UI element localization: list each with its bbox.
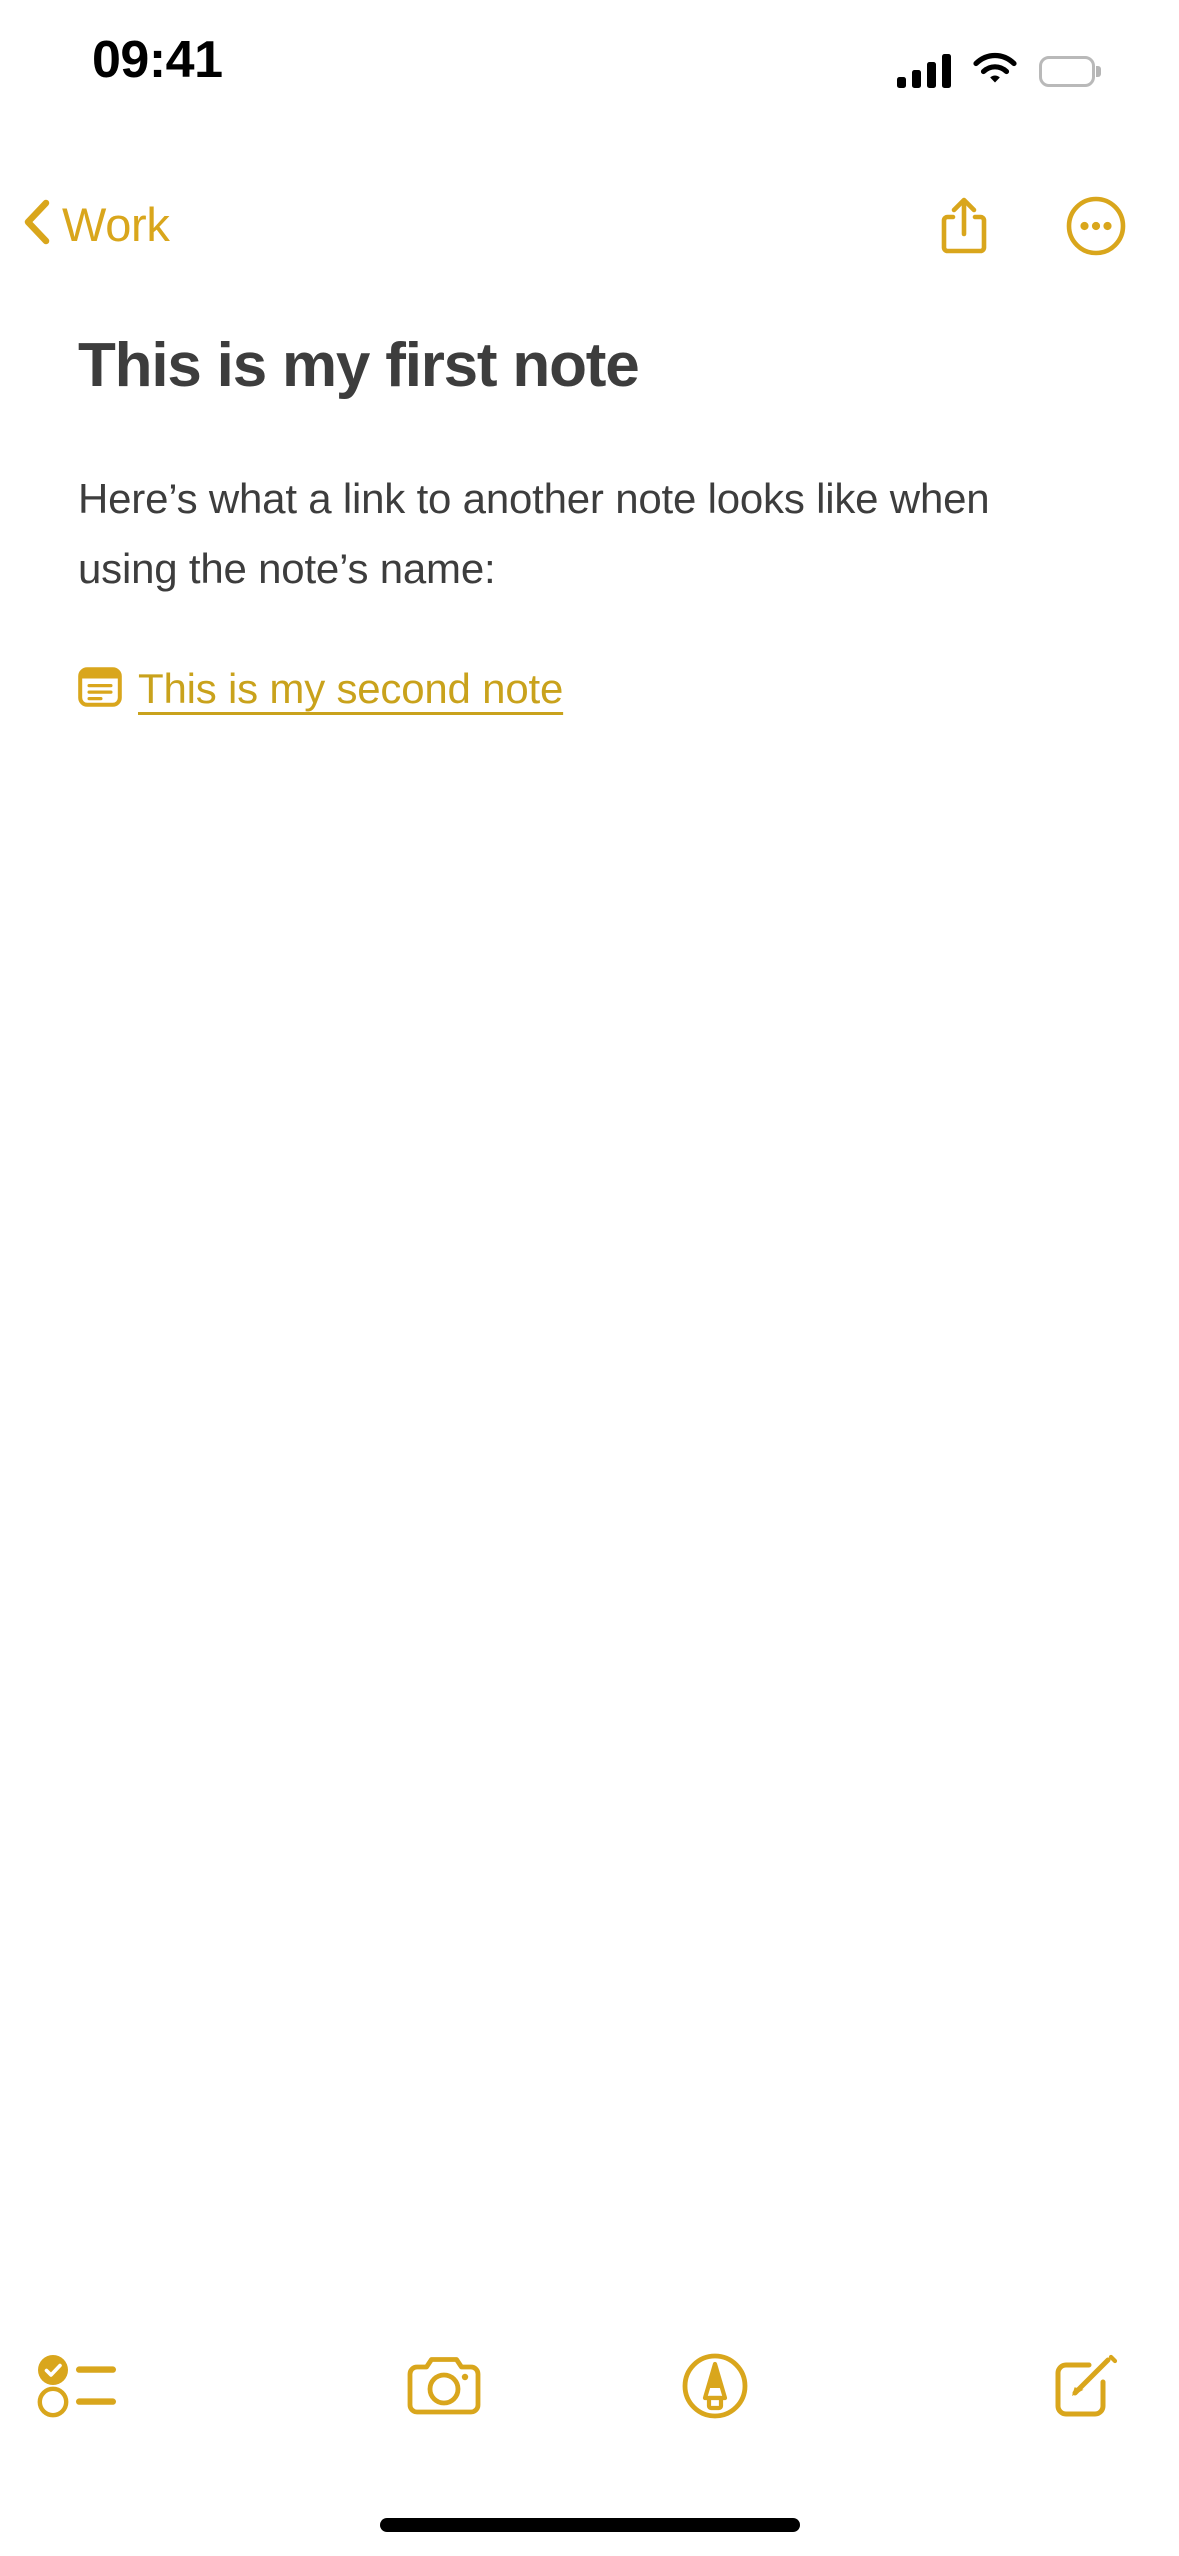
camera-icon [404, 2354, 484, 2418]
status-bar-time: 09:41 [92, 31, 223, 89]
toolbar-item-markup[interactable] [580, 2316, 852, 2456]
notes-app-screen: 09:41 Work This is my first note Here’s … [0, 0, 1179, 2556]
back-button[interactable]: Work [22, 199, 170, 250]
share-icon[interactable] [933, 195, 995, 257]
note-link-label[interactable]: This is my second note [138, 662, 563, 716]
wifi-icon [973, 52, 1017, 90]
status-bar: 09:41 [0, 0, 1179, 150]
cellular-signal-icon [897, 54, 951, 88]
note-paragraph[interactable]: Here’s what a link to another note looks… [78, 464, 1078, 604]
navigation-bar: Work [0, 185, 1179, 300]
note-link[interactable]: This is my second note [78, 662, 563, 716]
checklist-icon [36, 2353, 122, 2419]
note-title[interactable]: This is my first note [78, 330, 1101, 402]
chevron-left-icon [22, 199, 50, 250]
more-circle-icon[interactable] [1065, 195, 1127, 257]
toolbar-item-camera[interactable] [308, 2316, 580, 2456]
note-document-icon [78, 666, 122, 712]
battery-icon [1039, 55, 1101, 87]
back-button-label: Work [62, 198, 170, 251]
compose-icon [1049, 2350, 1123, 2422]
toolbar-item-checklist[interactable] [0, 2316, 308, 2456]
toolbar-item-compose[interactable] [851, 2316, 1179, 2456]
home-indicator[interactable] [379, 2518, 800, 2532]
bottom-toolbar [0, 2316, 1179, 2456]
markup-pen-icon [681, 2352, 749, 2420]
status-bar-indicators [897, 52, 1101, 90]
note-content-area[interactable]: This is my first note Here’s what a link… [0, 300, 1179, 2226]
nav-actions [933, 195, 1127, 257]
